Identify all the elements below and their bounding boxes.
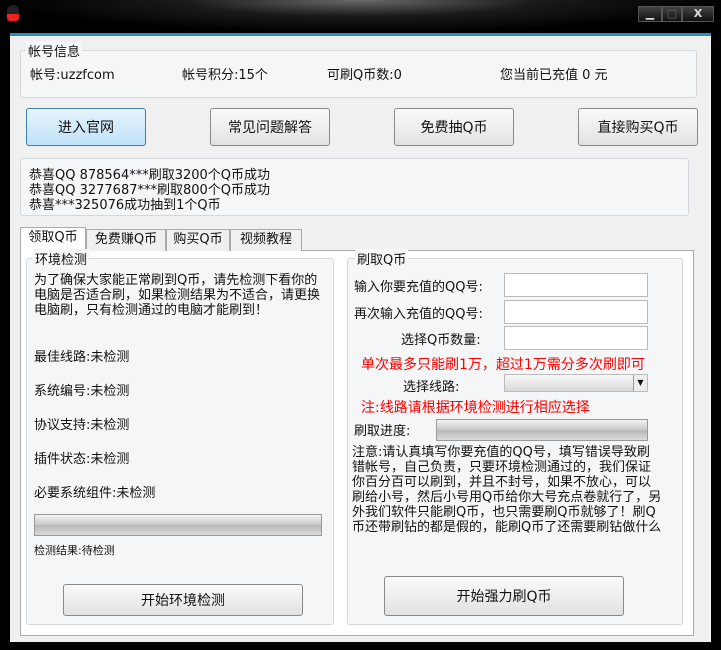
faq-button[interactable]: 常见问题解答 — [210, 108, 330, 146]
title-bar: ▁ □ X — [0, 0, 721, 33]
available-coins: 可刷Q币数:0 — [327, 68, 402, 83]
tab-video-tutorial[interactable]: 视频教程 — [230, 229, 302, 251]
route-select[interactable]: ▼ — [504, 374, 648, 392]
chevron-down-icon[interactable]: ▼ — [633, 375, 647, 391]
env-item-system: 系统编号:未检测 — [34, 384, 130, 399]
charge-notice: 注意:请认真填写你要充值的QQ号，填写错误导致刷错帐号，自己负责，只要环境检测通… — [352, 445, 662, 535]
env-progress-bar — [34, 514, 322, 536]
recharged-amount: 您当前已充值 0 元 — [500, 68, 608, 83]
qq-penguin-icon — [7, 5, 19, 21]
env-item-components: 必要系统组件:未检测 — [34, 486, 156, 501]
env-group-label: 环境检测 — [33, 249, 90, 268]
env-intro: 为了确保大家能正常刷到Q币，请先检测下看你的电脑是否适合刷，如果检测结果为不适合… — [34, 273, 321, 318]
notice-box: 恭喜QQ 878564***刷取3200个Q币成功 恭喜QQ 3277687**… — [20, 158, 689, 216]
tab-get-coins[interactable]: 领取Q币 — [20, 227, 86, 251]
tab-buy-coins[interactable]: 购买Q币 — [166, 229, 230, 251]
account-name: 帐号:uzzfcom — [30, 68, 115, 83]
amount-label: 选择Q币数量: — [401, 333, 481, 348]
charge-progress-bar — [436, 419, 648, 441]
env-result: 检测结果:待检测 — [34, 544, 115, 557]
env-item-protocol: 协议支持:未检测 — [34, 418, 130, 433]
qq-input[interactable] — [504, 273, 648, 297]
start-env-check-button[interactable]: 开始环境检测 — [63, 584, 303, 616]
tab-earn-coins[interactable]: 免费赚Q币 — [86, 229, 166, 251]
account-points: 帐号积分:15个 — [182, 68, 268, 83]
notice-line: 恭喜QQ 878564***刷取3200个Q币成功 — [29, 168, 271, 183]
maximize-button[interactable]: □ — [662, 6, 682, 22]
qq-label: 输入你要充值的QQ号: — [354, 280, 483, 295]
account-group-label: 帐号信息 — [26, 41, 83, 60]
start-charge-button[interactable]: 开始强力刷Q币 — [384, 576, 624, 616]
notice-line: 恭喜***325076成功抽到1个Q币 — [29, 198, 221, 213]
progress-label: 刷取进度: — [354, 424, 411, 439]
amount-input[interactable] — [504, 326, 648, 350]
env-item-plugin: 插件状态:未检测 — [34, 452, 130, 467]
limit-note: 单次最多只能刷1万，超过1万需分多次刷即可 — [361, 357, 645, 373]
qq-confirm-input[interactable] — [504, 300, 648, 324]
minimize-button[interactable]: ▁ — [638, 6, 662, 22]
env-item-route: 最佳线路:未检测 — [34, 350, 130, 365]
notice-line: 恭喜QQ 3277687***刷取800个Q币成功 — [29, 183, 271, 198]
free-draw-button[interactable]: 免费抽Q币 — [394, 108, 514, 146]
buy-coins-button[interactable]: 直接购买Q币 — [578, 108, 698, 146]
route-label: 选择线路: — [403, 380, 460, 395]
official-site-button[interactable]: 进入官网 — [26, 108, 146, 146]
qq-confirm-label: 再次输入充值的QQ号: — [354, 307, 483, 322]
charge-group-label: 刷取Q币 — [355, 249, 409, 268]
route-note: 注:线路请根据环境检测进行相应选择 — [361, 400, 590, 416]
close-button[interactable]: X — [682, 6, 714, 22]
